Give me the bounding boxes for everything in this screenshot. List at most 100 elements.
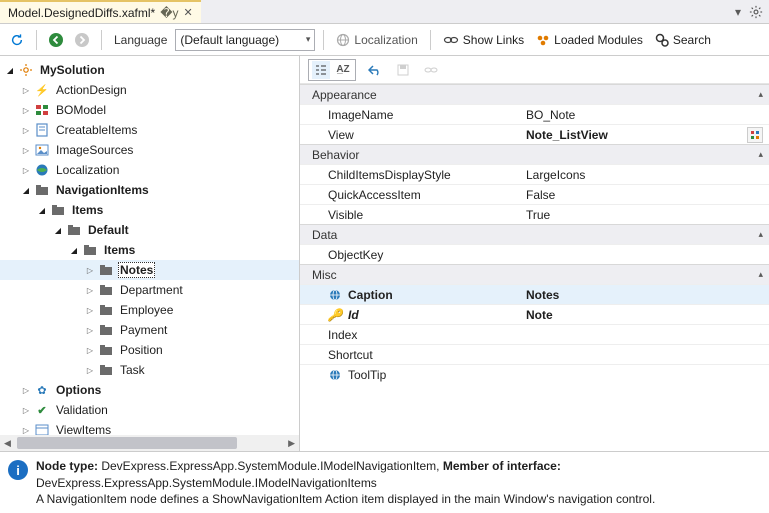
bomodel-icon: [34, 102, 50, 118]
description-text: Node type: DevExpress.ExpressApp.SystemM…: [36, 458, 655, 507]
refresh-button[interactable]: [6, 29, 28, 51]
tree-item-selected[interactable]: Notes: [0, 260, 299, 280]
search-button[interactable]: Search: [651, 33, 715, 47]
gear-icon[interactable]: [749, 5, 763, 19]
category-data[interactable]: Data▴: [300, 224, 769, 244]
category-appearance[interactable]: Appearance▴: [300, 84, 769, 104]
tree-item[interactable]: Items: [0, 200, 299, 220]
modules-icon: [536, 34, 550, 46]
tree-item[interactable]: ⚡ActionDesign: [0, 80, 299, 100]
language-value: (Default language): [180, 33, 279, 47]
tree-item[interactable]: ✔Validation: [0, 400, 299, 420]
category-misc[interactable]: Misc▴: [300, 264, 769, 284]
property-grid[interactable]: Appearance▴ ImageNameBO_Note ViewNote_Li…: [300, 84, 769, 451]
property-pane: A̲Z Appearance▴ ImageNameBO_Note ViewNot…: [300, 56, 769, 451]
tree-item[interactable]: ✿Options: [0, 380, 299, 400]
folder-icon: [66, 222, 82, 238]
tree-item[interactable]: Employee: [0, 300, 299, 320]
tree-item[interactable]: Items: [0, 240, 299, 260]
prop-row[interactable]: ChildItemsDisplayStyleLargeIcons: [300, 164, 769, 184]
ellipsis-button[interactable]: [747, 127, 763, 143]
tree-item[interactable]: ViewItems: [0, 420, 299, 435]
chevron-up-icon: ▴: [758, 269, 763, 280]
prop-row[interactable]: ViewNote_ListView: [300, 124, 769, 144]
tree-item[interactable]: BOModel: [0, 100, 299, 120]
prop-row[interactable]: Index: [300, 324, 769, 344]
view-icon: [34, 422, 50, 435]
description-panel: i Node type: DevExpress.ExpressApp.Syste…: [0, 451, 769, 513]
globe-icon: [34, 162, 50, 178]
language-select[interactable]: (Default language) ▾: [175, 29, 315, 51]
dropdown-icon[interactable]: ▾: [735, 5, 741, 19]
check-icon: ✔: [34, 402, 50, 418]
prop-row[interactable]: Shortcut: [300, 344, 769, 364]
link-icon: [443, 34, 459, 46]
chevron-up-icon: ▴: [758, 229, 763, 240]
tree-item[interactable]: Payment: [0, 320, 299, 340]
tree-item[interactable]: ImageSources: [0, 140, 299, 160]
folder-icon: [34, 182, 50, 198]
folder-icon: [98, 362, 114, 378]
folder-icon: [50, 202, 66, 218]
prop-row[interactable]: 🔑IdNote: [300, 304, 769, 324]
link-icon: [422, 61, 440, 79]
tree-item[interactable]: Task: [0, 360, 299, 380]
info-icon: i: [8, 460, 28, 480]
gear-icon: ✿: [34, 382, 50, 398]
save-icon: [394, 61, 412, 79]
prop-row[interactable]: ToolTip: [300, 364, 769, 384]
sort-mode-toggle[interactable]: A̲Z: [308, 59, 356, 81]
model-tree[interactable]: MySolution ⚡ActionDesign BOModel Creatab…: [0, 56, 299, 435]
horizontal-scrollbar[interactable]: ◀▶: [0, 435, 299, 451]
folder-icon: [98, 302, 114, 318]
prop-row[interactable]: QuickAccessItemFalse: [300, 184, 769, 204]
folder-icon: [98, 322, 114, 338]
chevron-up-icon: ▴: [758, 149, 763, 160]
folder-icon: [98, 282, 114, 298]
tree-item[interactable]: Department: [0, 280, 299, 300]
active-tab[interactable]: Model.DesignedDiffs.xafml* �у ✕: [0, 0, 201, 23]
tree-item[interactable]: Default: [0, 220, 299, 240]
model-tree-pane: MySolution ⚡ActionDesign BOModel Creatab…: [0, 56, 300, 451]
category-behavior[interactable]: Behavior▴: [300, 144, 769, 164]
prop-row[interactable]: ObjectKey: [300, 244, 769, 264]
globe-icon: [336, 33, 350, 47]
show-links-button[interactable]: Show Links: [439, 33, 528, 47]
image-icon: [34, 142, 50, 158]
tree-item[interactable]: Position: [0, 340, 299, 360]
chevron-up-icon: ▴: [758, 89, 763, 100]
key-icon: 🔑: [328, 308, 342, 322]
bolt-icon: ⚡: [34, 82, 50, 98]
categorized-icon[interactable]: [312, 61, 330, 79]
prop-row[interactable]: ImageNameBO_Note: [300, 104, 769, 124]
nav-back-button[interactable]: [45, 29, 67, 51]
tree-item[interactable]: Localization: [0, 160, 299, 180]
chevron-down-icon: ▾: [306, 34, 311, 45]
tree-item[interactable]: NavigationItems: [0, 180, 299, 200]
search-icon: [655, 33, 669, 47]
property-toolbar: A̲Z: [300, 56, 769, 84]
globe-icon: [328, 368, 342, 382]
gear-icon: [18, 62, 34, 78]
tab-title: Model.DesignedDiffs.xafml*: [8, 6, 155, 20]
folder-icon: [82, 242, 98, 258]
nav-fwd-button: [71, 29, 93, 51]
document-tabs: Model.DesignedDiffs.xafml* �у ✕ ▾: [0, 0, 769, 24]
language-label: Language: [110, 33, 171, 47]
undo-icon[interactable]: [366, 61, 384, 79]
tree-item[interactable]: CreatableItems: [0, 120, 299, 140]
tab-right-controls: ▾: [729, 0, 769, 23]
doc-icon: [34, 122, 50, 138]
folder-icon: [98, 342, 114, 358]
close-icon[interactable]: ✕: [184, 6, 193, 19]
tree-root[interactable]: MySolution: [0, 60, 299, 80]
prop-row[interactable]: VisibleTrue: [300, 204, 769, 224]
alphabetical-icon[interactable]: A̲Z: [334, 61, 352, 79]
prop-row-selected[interactable]: CaptionNotes: [300, 284, 769, 304]
toolbar: Language (Default language) ▾ Localizati…: [0, 24, 769, 56]
localization-button: Localization: [332, 33, 421, 47]
loaded-modules-button[interactable]: Loaded Modules: [532, 33, 647, 47]
globe-icon: [328, 288, 342, 302]
folder-icon: [98, 262, 114, 278]
pin-icon[interactable]: �у: [160, 6, 178, 20]
